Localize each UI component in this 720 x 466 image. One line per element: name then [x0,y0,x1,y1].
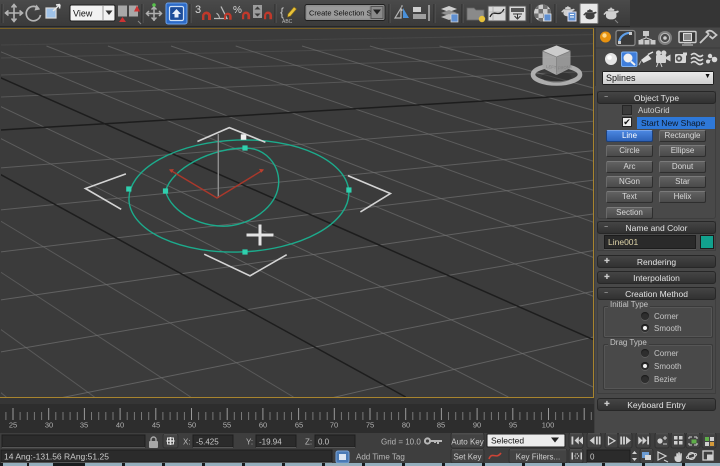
svg-text:14 Ang:-131.56 RAng:51.25: 14 Ang:-131.56 RAng:51.25 [4,452,109,462]
svg-text:Y:: Y: [246,438,253,447]
svg-text:Grid = 10.0: Grid = 10.0 [381,438,421,447]
svg-text:95: 95 [509,421,517,430]
svg-text:40: 40 [116,421,124,430]
svg-text:50: 50 [188,421,196,430]
svg-text:Add Time Tag: Add Time Tag [356,453,405,462]
svg-text:60: 60 [259,421,267,430]
svg-text:75: 75 [366,421,374,430]
svg-text:45: 45 [152,421,160,430]
svg-text:3: 3 [195,4,201,16]
svg-text:Create Selection Se: Create Selection Se [309,9,376,18]
svg-text:%: % [233,5,242,16]
svg-text:Set Key: Set Key [453,453,481,462]
svg-text:View: View [73,9,93,19]
svg-text:100: 100 [542,421,555,430]
svg-text:Selected: Selected [491,436,524,446]
svg-text:25: 25 [9,421,17,430]
svg-text:80: 80 [402,421,410,430]
svg-text:Z:: Z: [305,438,312,447]
svg-text:Key Filters...: Key Filters... [516,453,560,462]
svg-text:0: 0 [590,453,595,462]
svg-text:-5.425: -5.425 [196,438,219,447]
svg-text:70: 70 [330,421,338,430]
svg-text:-19.94: -19.94 [259,438,282,447]
svg-text:Auto Key: Auto Key [451,438,483,447]
svg-text:90: 90 [473,421,481,430]
svg-text:55: 55 [223,421,231,430]
svg-text:{: { [280,5,284,19]
svg-text:85: 85 [437,421,445,430]
svg-text:X:: X: [183,438,191,447]
svg-text:35: 35 [80,421,88,430]
svg-text:30: 30 [45,421,53,430]
svg-text:65: 65 [295,421,303,430]
svg-text:0.0: 0.0 [318,438,330,447]
svg-text:ABC: ABC [282,19,293,25]
